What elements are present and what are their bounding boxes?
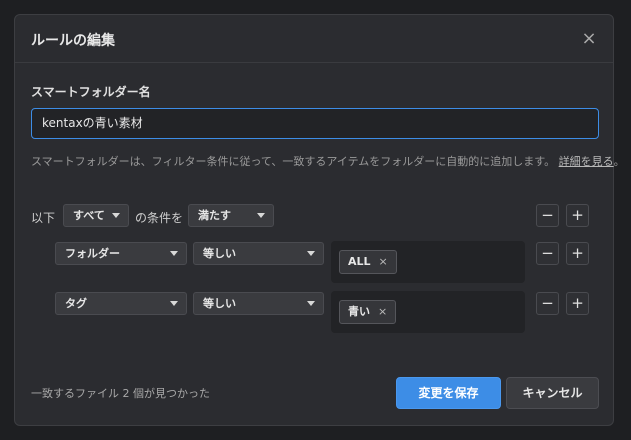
description-text: スマートフォルダーは、フィルター条件に従って、一致するアイテムをフォルダーに自動… <box>31 153 625 169</box>
rule-2-remove-button[interactable]: − <box>536 292 559 315</box>
match-count-text: 一致するファイル 2 個が見つかった <box>31 387 210 400</box>
rule-2-chip-label: 青い <box>348 305 370 318</box>
rule-2-value-box[interactable]: 青い × <box>331 291 525 333</box>
chevron-down-icon <box>307 251 315 256</box>
rule-1-operator-select[interactable]: 等しい <box>193 242 324 265</box>
dialog-header: ルールの編集 × <box>15 15 613 63</box>
rule-prefix-text: 以下 <box>31 211 56 225</box>
rule-2-field-value: タグ <box>65 297 87 310</box>
condition-value: 満たす <box>198 209 231 222</box>
rule-1-field-value: フォルダー <box>65 247 120 260</box>
description-body: スマートフォルダーは、フィルター条件に従って、一致するアイテムをフォルダーに自動… <box>31 155 556 168</box>
rule-1-chip-label: ALL <box>348 255 371 268</box>
rule-1-operator-value: 等しい <box>203 247 236 260</box>
smart-folder-name-input[interactable]: kentaxの青い素材 <box>31 108 599 139</box>
dialog-title: ルールの編集 <box>31 33 115 49</box>
save-changes-button[interactable]: 変更を保存 <box>396 377 501 409</box>
smart-folder-name-label: スマートフォルダー名 <box>31 85 151 99</box>
description-suffix: 。 <box>613 155 625 168</box>
rule-middle-text: の条件を <box>135 211 184 225</box>
close-icon[interactable]: × <box>579 29 599 49</box>
rule-2-operator-select[interactable]: 等しい <box>193 292 324 315</box>
rule-2-field-select[interactable]: タグ <box>55 292 187 315</box>
chevron-down-icon <box>257 213 265 218</box>
rule-1-remove-button[interactable]: − <box>536 242 559 265</box>
edit-rule-dialog: ルールの編集 × スマートフォルダー名 kentaxの青い素材 スマートフォルダ… <box>14 14 625 426</box>
rule-1-chip: ALL × <box>339 250 397 274</box>
chevron-down-icon <box>170 251 178 256</box>
rule-2-add-button[interactable]: + <box>566 292 589 315</box>
match-type-select[interactable]: すべて <box>63 204 129 227</box>
rule-2-operator-value: 等しい <box>203 297 236 310</box>
remove-chip-icon[interactable]: × <box>378 305 387 318</box>
chevron-down-icon <box>170 301 178 306</box>
cancel-button[interactable]: キャンセル <box>506 377 599 409</box>
rule-1-value-box[interactable]: ALL × <box>331 241 525 283</box>
rule-1-field-select[interactable]: フォルダー <box>55 242 187 265</box>
match-type-value: すべて <box>73 209 105 222</box>
remove-group-button[interactable]: − <box>536 204 559 227</box>
add-group-button[interactable]: + <box>566 204 589 227</box>
condition-select[interactable]: 満たす <box>188 204 274 227</box>
rule-1-add-button[interactable]: + <box>566 242 589 265</box>
learn-more-link[interactable]: 詳細を見る <box>559 155 614 168</box>
rule-2-chip: 青い × <box>339 300 397 324</box>
chevron-down-icon <box>112 213 120 218</box>
remove-chip-icon[interactable]: × <box>379 255 388 268</box>
chevron-down-icon <box>307 301 315 306</box>
